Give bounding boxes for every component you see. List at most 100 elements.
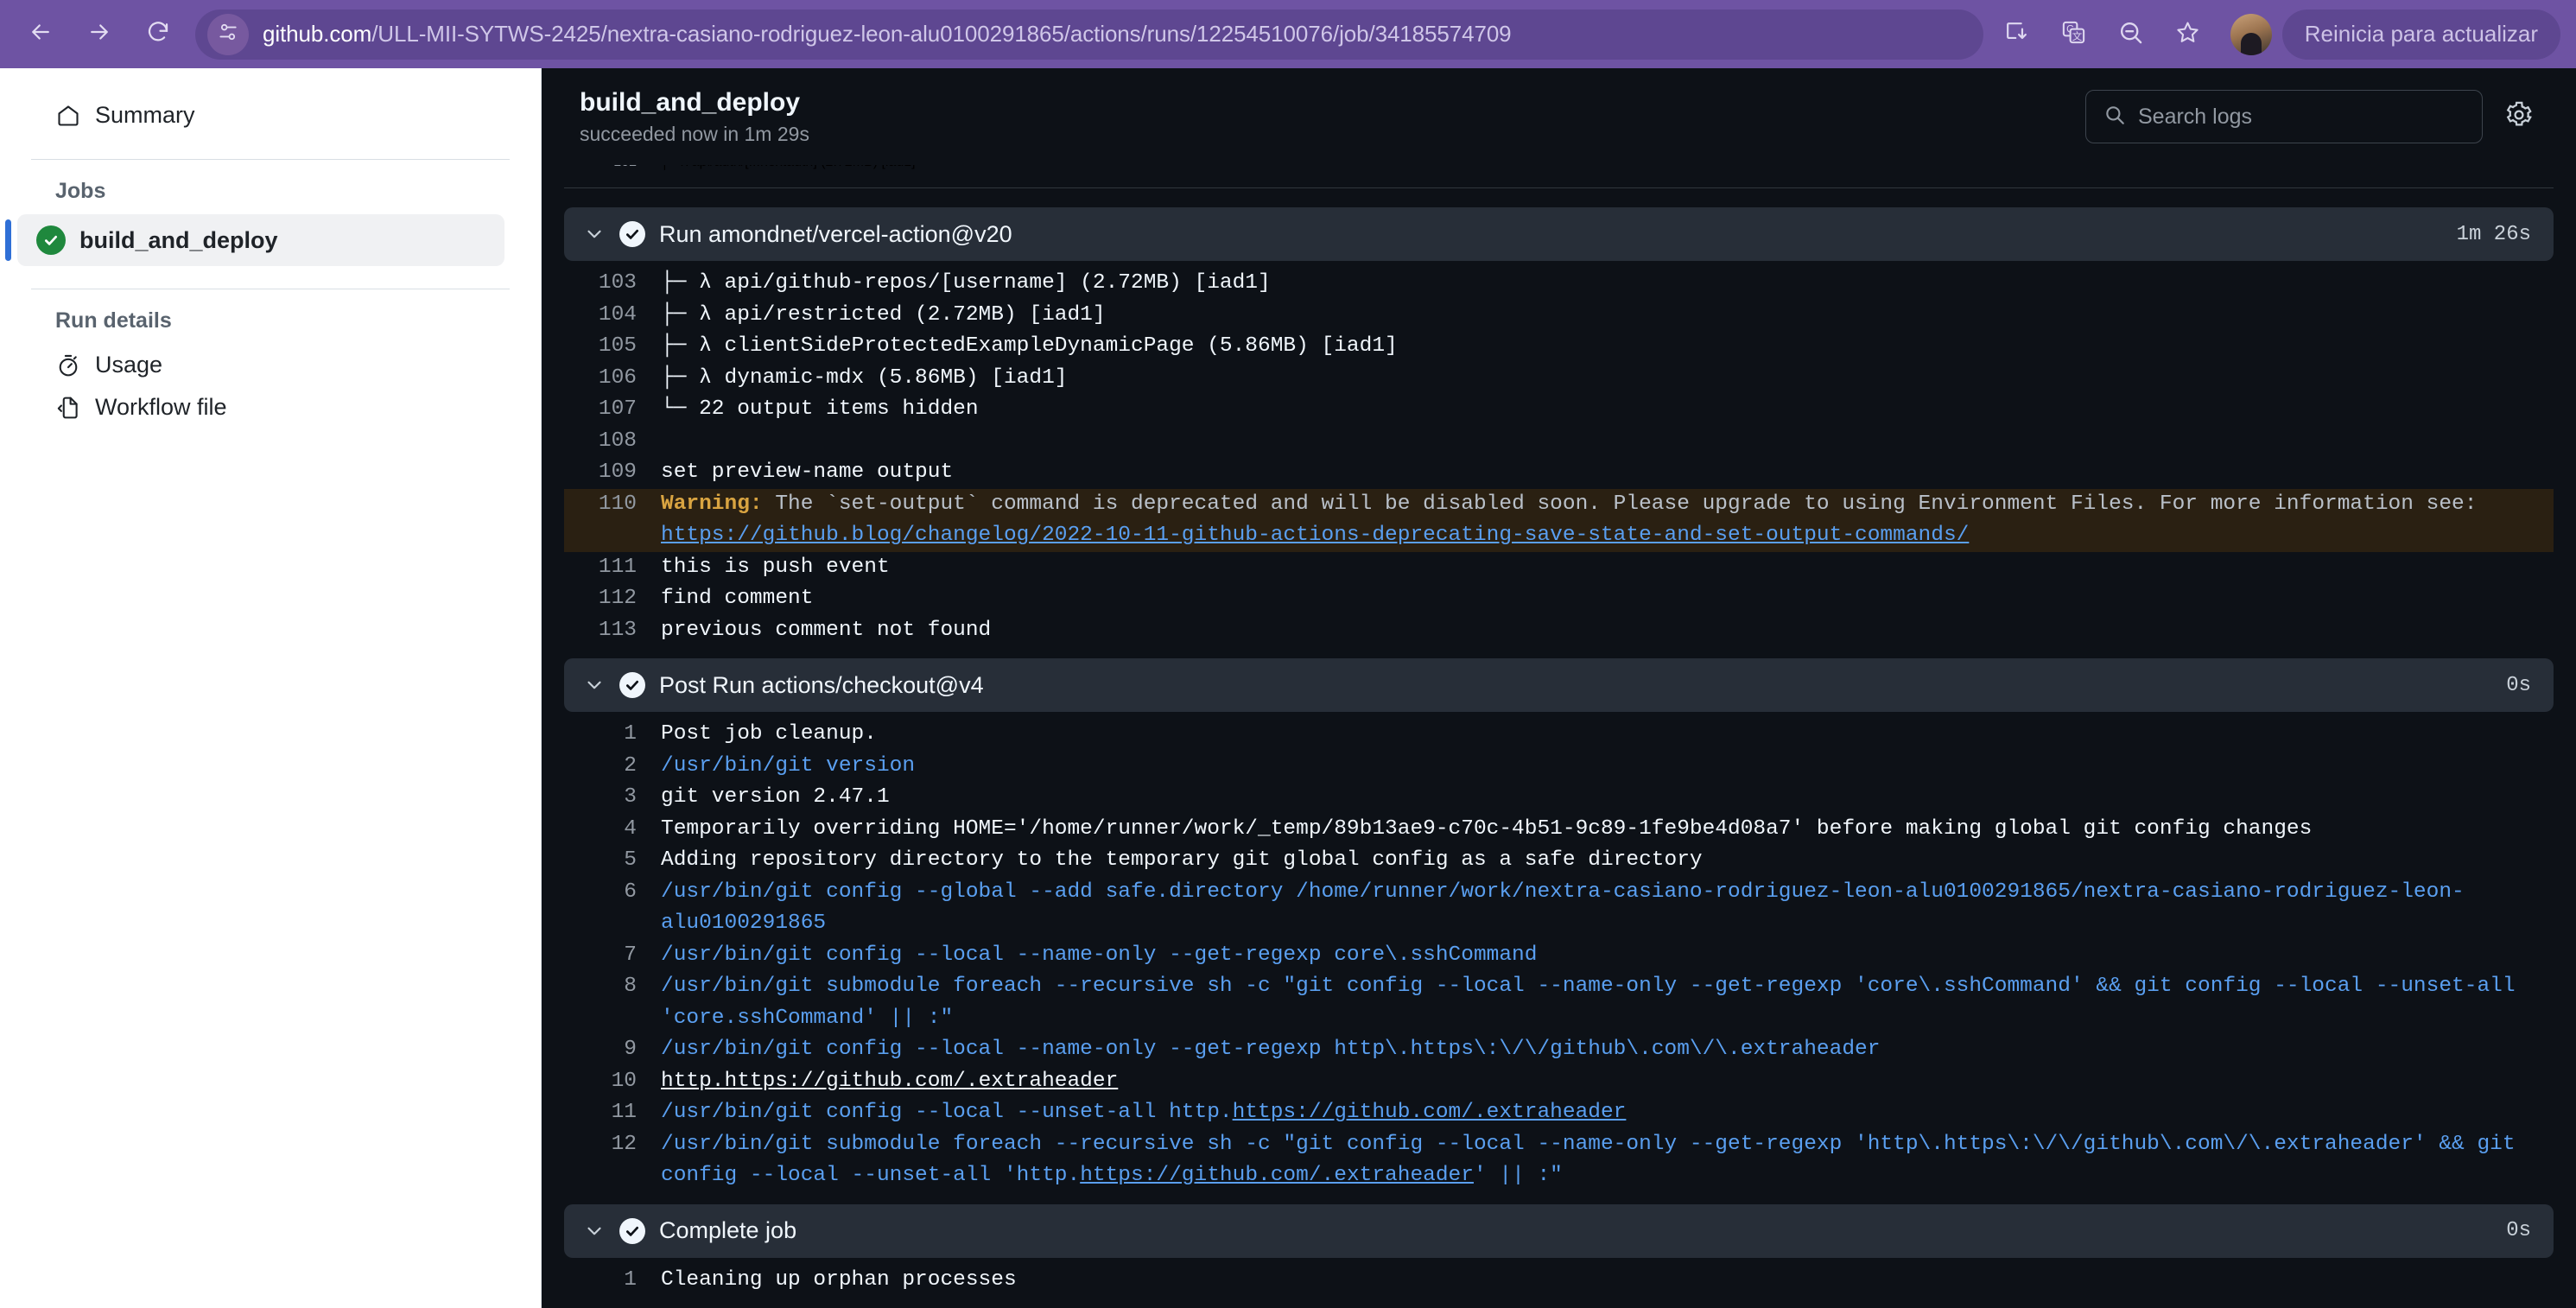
log-text: git version 2.47.1	[661, 785, 890, 809]
log-text: set preview-name output	[661, 460, 954, 484]
log-line-number: 110	[598, 492, 637, 516]
back-button[interactable]	[16, 10, 66, 60]
log-line-number: 104	[598, 302, 637, 327]
reload-icon	[145, 19, 171, 49]
log-line-number: 106	[598, 365, 637, 390]
success-check-icon	[619, 672, 645, 698]
log-group-header[interactable]: Post Run actions/checkout@v4 0s	[564, 658, 2554, 712]
gear-icon	[2504, 100, 2534, 134]
page-body: Summary Jobs build_and_deploy Run detail…	[0, 68, 2576, 1308]
log-group-title: Complete job	[659, 1217, 797, 1243]
log-line: 5 Adding repository directory to the temp…	[564, 845, 2554, 877]
log-settings-button[interactable]	[2500, 98, 2538, 136]
sidebar: Summary Jobs build_and_deploy Run detail…	[0, 68, 542, 1308]
sidebar-item-summary[interactable]: Summary	[36, 94, 504, 137]
success-check-icon	[36, 225, 66, 255]
sidebar-item-usage[interactable]: Usage	[36, 344, 504, 386]
back-arrow-icon	[28, 19, 54, 49]
browser-toolbar: github.com/ULL-MII-SYTWS-2425/nextra-cas…	[0, 0, 2576, 68]
log-group-header[interactable]: Run amondnet/vercel-action@v20 1m 26s	[564, 207, 2554, 261]
log-command-text: /usr/bin/git config --local --name-only …	[661, 1038, 1881, 1061]
log-text: Post job cleanup.	[661, 722, 877, 746]
log-line: 11/usr/bin/git config --local --unset-al…	[564, 1097, 2554, 1129]
search-logs-input[interactable]	[2138, 104, 2465, 130]
bookmark-star-icon	[2174, 19, 2201, 50]
warning-text: The `set-output` command is deprecated a…	[762, 492, 2478, 516]
log-line: 12/usr/bin/git submodule foreach --recur…	[564, 1129, 2554, 1192]
log-line: 10 http.https://github.com/.extraheader	[564, 1066, 2554, 1098]
log-scroll-region[interactable]: 102│ λ api/auth/[...nextauth] (2.72MB) […	[542, 165, 2576, 1308]
install-app-button[interactable]	[1990, 10, 2044, 60]
log-line-number: 107	[598, 397, 637, 421]
job-status-text: succeeded now in 1m 29s	[580, 122, 809, 145]
browser-nav-buttons	[16, 10, 183, 60]
log-group-header[interactable]: Complete job 0s	[564, 1203, 2554, 1258]
log-text: ├─ λ api/restricted (2.72MB) [iad1]	[661, 302, 1106, 327]
forward-button[interactable]	[74, 10, 124, 60]
log-line: 112 find comment	[564, 583, 2554, 615]
log-command-text: /usr/bin/git config --local --name-only …	[661, 943, 1538, 967]
page-title: build_and_deploy	[580, 87, 801, 117]
home-icon	[55, 103, 81, 129]
log-line: 106 ├─ λ dynamic-mdx (5.86MB) [iad1]	[564, 363, 2554, 395]
reload-button[interactable]	[133, 10, 183, 60]
log-link[interactable]: https://github.com/.extraheader	[725, 1070, 1119, 1093]
log-group-duration: 1m 26s	[2456, 222, 2531, 246]
log-text: Cleaning up orphan processes	[661, 1267, 1017, 1292]
update-button[interactable]: Reinicia para actualizar	[2281, 9, 2560, 60]
log-group: Complete job 0s 1 Cleaning up orphan proces…	[564, 1203, 2554, 1308]
log-text: ├─ λ clientSideProtectedExampleDynamicPa…	[661, 334, 1398, 358]
site-settings-icon	[217, 21, 239, 48]
warning-link[interactable]: https://github.blog/changelog/2022-10-11…	[661, 524, 1969, 547]
log-group: 102│ λ api/auth/[...nextauth] (2.72MB) […	[564, 165, 2554, 658]
site-settings-button[interactable]	[207, 13, 249, 55]
log-text: find comment	[661, 587, 814, 610]
chevron-down-icon[interactable]	[583, 674, 606, 696]
log-line: 109 set preview-name output	[564, 457, 2554, 489]
translate-icon: G文	[2060, 19, 2087, 50]
translate-button[interactable]: G文	[2047, 10, 2101, 60]
toolbar-actions: G文	[1990, 10, 2215, 60]
scroll-hairline	[564, 187, 2554, 188]
log-line-number: 8	[624, 975, 637, 998]
log-line: 3 git version 2.47.1	[564, 782, 2554, 814]
log-line: 111 this is push event	[564, 552, 2554, 584]
log-line: 4 Temporarily overriding HOME='/home/runn…	[564, 814, 2554, 846]
zoom-out-button[interactable]	[2104, 10, 2158, 60]
log-line: 7/usr/bin/git config --local --name-only…	[564, 940, 2554, 972]
log-line-number: 113	[598, 618, 637, 642]
chevron-down-icon[interactable]	[583, 223, 606, 245]
address-bar[interactable]: github.com/ULL-MII-SYTWS-2425/nextra-cas…	[195, 9, 1983, 60]
log-group-title: Post Run actions/checkout@v4	[659, 671, 984, 698]
log-group-duration: 0s	[2506, 673, 2531, 697]
url-path: /ULL-MII-SYTWS-2425/nextra-casiano-rodri…	[371, 21, 1512, 47]
chevron-down-icon[interactable]	[583, 1220, 606, 1242]
log-link[interactable]: https://github.com/.extraheader	[1233, 1101, 1627, 1124]
sidebar-item-build-and-deploy[interactable]: build_and_deploy	[5, 214, 504, 266]
log-link[interactable]: https://github.com/.extraheader	[1080, 1164, 1474, 1187]
job-title-block: build_and_deploy succeeded now in 1m 29s	[580, 88, 809, 146]
log-line-number: 11	[611, 1101, 637, 1124]
log-line: 1 Post job cleanup.	[564, 719, 2554, 751]
bookmark-button[interactable]	[2161, 10, 2215, 60]
log-text: └─ 22 output items hidden	[661, 397, 979, 421]
log-line-number: 109	[598, 460, 637, 484]
log-line: 105 ├─ λ clientSideProtectedExampleDynami…	[564, 331, 2554, 363]
warning-label: Warning:	[661, 492, 763, 516]
log-line: 9/usr/bin/git config --local --name-only…	[564, 1034, 2554, 1066]
log-line-number: 1	[624, 722, 637, 746]
log-group-duration: 0s	[2506, 1219, 2531, 1242]
log-group-title: Run amondnet/vercel-action@v20	[659, 220, 1012, 247]
log-line-number: 4	[624, 816, 637, 841]
log-command-text: /usr/bin/git submodule foreach --recursi…	[661, 1132, 2528, 1188]
log-text: previous comment not found	[661, 618, 992, 642]
log-text: Adding repository directory to the tempo…	[661, 848, 1703, 872]
sidebar-item-summary-label: Summary	[95, 102, 195, 128]
log-text: ├─ λ api/github-repos/[username] (2.72MB…	[661, 271, 1271, 295]
sidebar-item-workflow-file[interactable]: Workflow file	[36, 386, 504, 429]
avatar[interactable]	[2230, 13, 2272, 55]
log-line-number: 112	[598, 587, 637, 610]
search-logs-box[interactable]	[2085, 90, 2483, 143]
url-text: github.com/ULL-MII-SYTWS-2425/nextra-cas…	[263, 21, 1512, 48]
log-command-tail: ' || :"	[1473, 1164, 1563, 1187]
